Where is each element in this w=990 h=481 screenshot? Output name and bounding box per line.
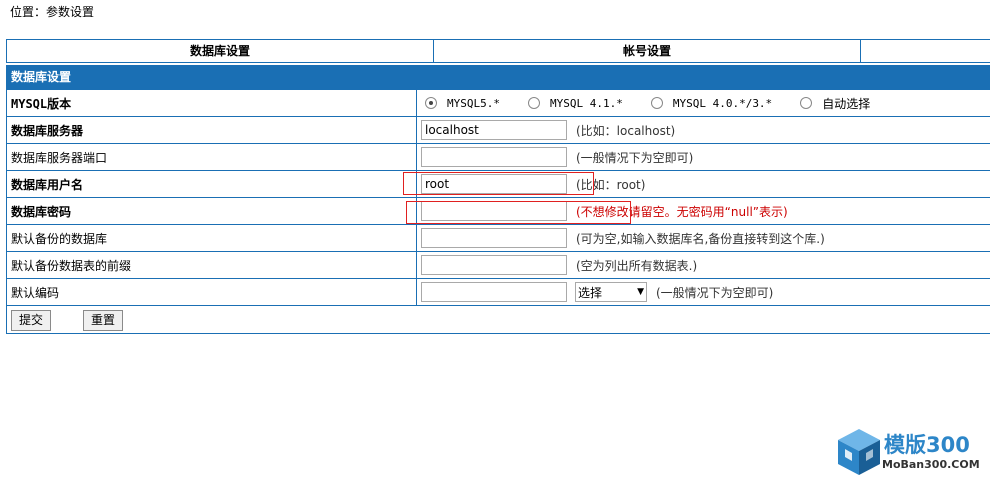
tab-account-settings[interactable]: 帐号设置 bbox=[433, 40, 860, 62]
db-server-hint: (比如：localhost) bbox=[576, 123, 676, 138]
db-password-input[interactable] bbox=[421, 201, 567, 221]
radio-auto[interactable]: 自动选择 bbox=[800, 95, 870, 112]
charset-select[interactable]: 选择 ▼ bbox=[575, 282, 647, 302]
db-server-label: 数据库服务器 bbox=[7, 117, 417, 143]
tab-empty bbox=[860, 40, 990, 62]
reset-button[interactable]: 重置 bbox=[83, 310, 123, 331]
radio-mysql41[interactable]: MYSQL 4.1.* bbox=[527, 97, 623, 110]
db-password-label: 数据库密码 bbox=[7, 198, 417, 224]
tab-database-settings[interactable]: 数据库设置 bbox=[6, 40, 433, 62]
db-port-label: 数据库服务器端口 bbox=[7, 144, 417, 170]
mysql-version-label: MYSQL版本 bbox=[7, 90, 417, 116]
radio-icon[interactable] bbox=[650, 97, 663, 109]
db-user-label: 数据库用户名 bbox=[7, 171, 417, 197]
db-port-hint: (一般情况下为空即可) bbox=[576, 150, 694, 165]
tab-bar: 数据库设置 帐号设置 bbox=[6, 39, 990, 63]
radio-mysql5[interactable]: MYSQL5.* bbox=[425, 97, 500, 110]
radio-icon[interactable] bbox=[527, 97, 540, 109]
watermark-logo: 模版300 MoBan300.COM bbox=[836, 427, 986, 477]
radio-icon[interactable] bbox=[800, 97, 813, 109]
button-row: 提交 重置 bbox=[6, 306, 990, 334]
breadcrumb: 位置：参数设置 bbox=[10, 5, 95, 19]
charset-label: 默认编码 bbox=[7, 279, 417, 305]
charset-hint: (一般情况下为空即可) bbox=[656, 285, 774, 300]
default-db-label: 默认备份的数据库 bbox=[7, 225, 417, 251]
row-charset: 默认编码 选择 ▼ (一般情况下为空即可) bbox=[6, 279, 990, 306]
row-db-port: 数据库服务器端口 (一般情况下为空即可) bbox=[6, 144, 990, 171]
submit-button[interactable]: 提交 bbox=[11, 310, 51, 331]
mysql-version-options: MYSQL5.* MYSQL 4.1.* MYSQL 4.0.*/3.* 自动选… bbox=[417, 90, 890, 116]
radio-mysql40[interactable]: MYSQL 4.0.*/3.* bbox=[650, 97, 772, 110]
chevron-down-icon: ▼ bbox=[637, 287, 644, 297]
watermark-title: 模版300 bbox=[884, 433, 970, 457]
row-db-server: 数据库服务器 (比如：localhost) bbox=[6, 117, 990, 144]
table-prefix-input[interactable] bbox=[421, 255, 567, 275]
radio-selected-icon[interactable] bbox=[425, 97, 437, 109]
default-db-hint: (可为空,如输入数据库名,备份直接转到这个库.) bbox=[576, 231, 825, 246]
row-default-db: 默认备份的数据库 (可为空,如输入数据库名,备份直接转到这个库.) bbox=[6, 225, 990, 252]
section-title: 数据库设置 bbox=[6, 65, 990, 90]
charset-input[interactable] bbox=[421, 282, 567, 302]
settings-form: MYSQL版本 MYSQL5.* MYSQL 4.1.* MYSQL 4.0.*… bbox=[6, 90, 990, 306]
row-db-password: 数据库密码 (不想修改请留空。无密码用“null”表示) bbox=[6, 198, 990, 225]
db-server-input[interactable] bbox=[421, 120, 567, 140]
default-db-input[interactable] bbox=[421, 228, 567, 248]
db-user-input[interactable] bbox=[421, 174, 567, 194]
row-db-user: 数据库用户名 (比如：root) bbox=[6, 171, 990, 198]
row-mysql-version: MYSQL版本 MYSQL5.* MYSQL 4.1.* MYSQL 4.0.*… bbox=[6, 90, 990, 117]
row-table-prefix: 默认备份数据表的前缀 (空为列出所有数据表.) bbox=[6, 252, 990, 279]
db-user-hint: (比如：root) bbox=[576, 177, 646, 192]
db-password-hint: (不想修改请留空。无密码用“null”表示) bbox=[576, 204, 788, 219]
table-prefix-hint: (空为列出所有数据表.) bbox=[576, 258, 698, 273]
db-port-input[interactable] bbox=[421, 147, 567, 167]
watermark-sub: MoBan300.COM bbox=[882, 458, 980, 471]
table-prefix-label: 默认备份数据表的前缀 bbox=[7, 252, 417, 278]
cube-logo-icon bbox=[838, 429, 880, 475]
